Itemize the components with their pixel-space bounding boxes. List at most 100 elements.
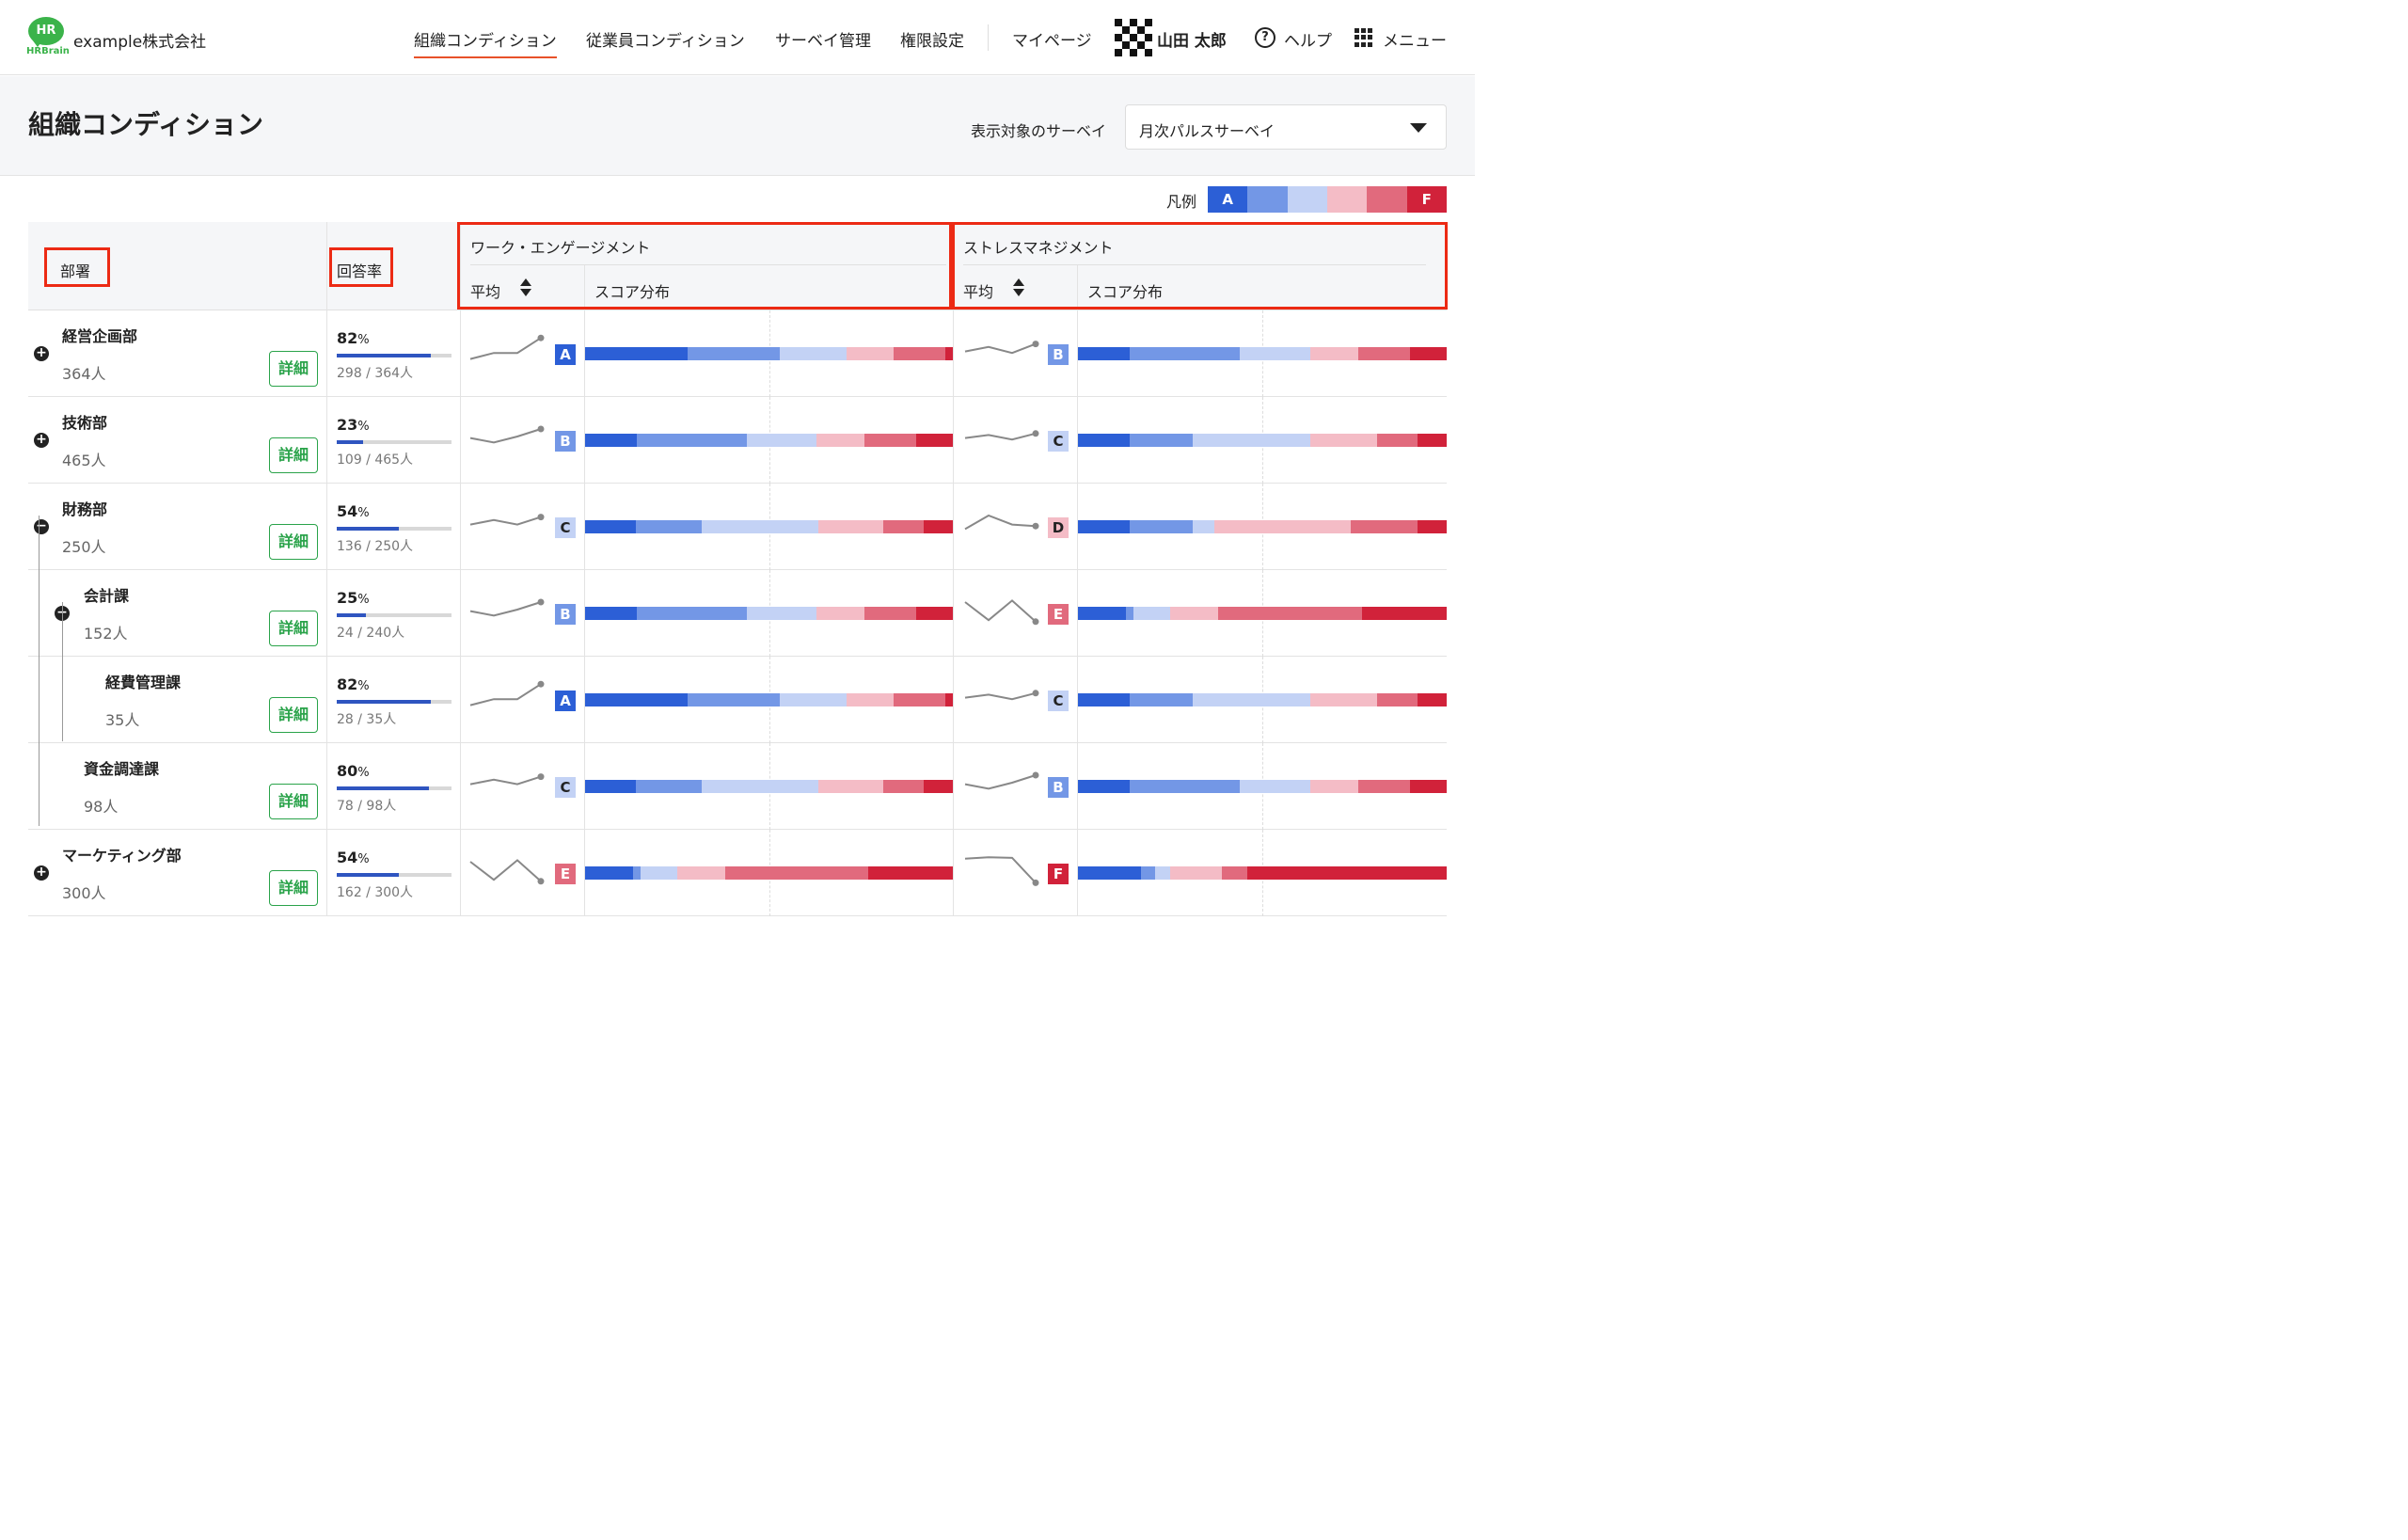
column-divider [326,222,327,310]
we-distribution-segment-a [585,520,637,533]
legend-swatch [1287,186,1327,213]
department-name[interactable]: マーケティング部 [62,843,182,865]
detail-button[interactable]: 詳細 [269,870,318,906]
help-icon[interactable]: ? [1255,27,1275,48]
highlight-box-work-engagement [457,222,952,310]
collapse-icon[interactable]: − [34,519,49,534]
sm-distribution-segment-d [1309,347,1359,360]
nav-employee-condition[interactable]: 従業員コンディション [586,27,745,51]
expand-icon[interactable]: + [34,346,49,361]
we-distribution-segment-a [585,347,689,360]
column-divider [326,657,327,743]
legend-swatch: A [1208,186,1248,213]
we-sparkline-point [537,773,545,781]
user-name[interactable]: 山田 太郎 [1157,27,1227,51]
response-rate: 23% [337,416,370,434]
sm-distribution-segment-e [1357,347,1411,360]
sm-distribution-segment-d [1170,607,1219,620]
sm-distribution-segment-a [1078,434,1131,447]
tree-connector-line [62,602,63,741]
detail-button[interactable]: 詳細 [269,784,318,819]
response-rate: 54% [337,502,370,520]
expand-icon[interactable]: + [34,433,49,448]
we-score-distribution-bar [585,347,954,360]
department-headcount: 98人 [84,798,119,816]
department-name[interactable]: 財務部 [62,497,107,519]
we-grade-badge: C [555,517,576,538]
sm-sparkline-point [1032,341,1039,348]
sm-distribution-segment-f [1247,866,1448,880]
legend-swatch: F [1406,186,1447,213]
detail-button[interactable]: 詳細 [269,437,318,473]
we-distribution-segment-f [868,866,954,880]
response-rate-value: 25 [337,589,358,607]
response-rate: 25% [337,589,370,607]
sm-distribution-segment-f [1409,347,1448,360]
response-rate-value: 82 [337,329,358,347]
sm-sparkline-path [964,774,1037,790]
survey-select[interactable]: 月次パルスサーベイ [1125,104,1447,150]
department-headcount: 250人 [62,538,106,556]
sm-distribution-segment-a [1078,780,1131,793]
department-name[interactable]: 技術部 [62,410,107,433]
sm-sparkline-point [1032,771,1039,779]
we-distribution-segment-d [816,434,865,447]
response-rate-progress-fill [337,873,399,877]
sm-sparkline-point [1032,430,1039,437]
response-rate-unit: % [357,506,370,520]
response-rate-progress-fill [337,354,432,357]
detail-button[interactable]: 詳細 [269,524,318,560]
we-sparkline-path [469,516,542,526]
we-sparkline-point [537,878,545,885]
sm-distribution-segment-b [1129,347,1241,360]
we-distribution-segment-b [688,693,781,706]
department-name[interactable]: 経営企画部 [62,324,137,346]
nav-my-page[interactable]: マイページ [1012,27,1092,51]
grade-legend: AF [1208,186,1447,213]
sm-distribution-segment-c [1240,780,1311,793]
nav-survey-management[interactable]: サーベイ管理 [775,27,871,51]
table-row: 財務部 250人 − 詳細 54% 136 / 250人 C D [28,484,1448,570]
detail-button[interactable]: 詳細 [269,351,318,387]
detail-button[interactable]: 詳細 [269,611,318,646]
response-rate-value: 82 [337,675,358,693]
we-score-distribution-bar [585,866,954,880]
avatar[interactable] [1115,19,1152,56]
sm-sparkline-point [1032,522,1039,530]
sm-grade-badge: F [1048,864,1069,884]
detail-button[interactable]: 詳細 [269,697,318,733]
we-distribution-segment-c [701,780,819,793]
sm-distribution-segment-e [1221,866,1248,880]
grid-menu-icon[interactable] [1354,28,1373,47]
sm-distribution-segment-d [1309,693,1377,706]
table-row: 経費管理課 35人 詳細 82% 28 / 35人 A C [28,657,1448,743]
sm-distribution-segment-a [1078,866,1142,880]
menu-link[interactable]: メニュー [1383,27,1447,51]
response-rate-detail: 28 / 35人 [337,712,397,727]
response-rate-progress [337,354,452,357]
nav-divider [988,24,989,51]
we-grade-badge: B [555,431,576,452]
department-name[interactable]: 経費管理課 [105,670,181,692]
response-rate-unit: % [357,333,370,347]
we-distribution-segment-f [945,693,954,706]
sm-sparkline-path [964,342,1037,355]
hrbrain-logo[interactable]: HR HRBrain [26,17,70,58]
column-divider [326,310,327,397]
department-name[interactable]: 会計課 [84,583,129,606]
we-distribution-segment-f [945,347,954,360]
nav-permission-settings[interactable]: 権限設定 [900,27,964,51]
column-divider [460,743,461,830]
response-rate-unit: % [357,766,370,780]
we-sparkline-point [537,514,545,521]
sm-sparkline-path [964,599,1037,623]
sm-distribution-segment-e [1357,780,1411,793]
sm-distribution-segment-d [1170,866,1223,880]
help-link[interactable]: ヘルプ [1284,27,1332,51]
department-name[interactable]: 資金調達課 [84,756,159,779]
expand-icon[interactable]: + [34,865,49,881]
column-divider [460,657,461,743]
nav-organization-condition[interactable]: 組織コンディション [414,27,557,58]
sm-distribution-segment-a [1078,347,1131,360]
response-rate-progress [337,527,452,531]
